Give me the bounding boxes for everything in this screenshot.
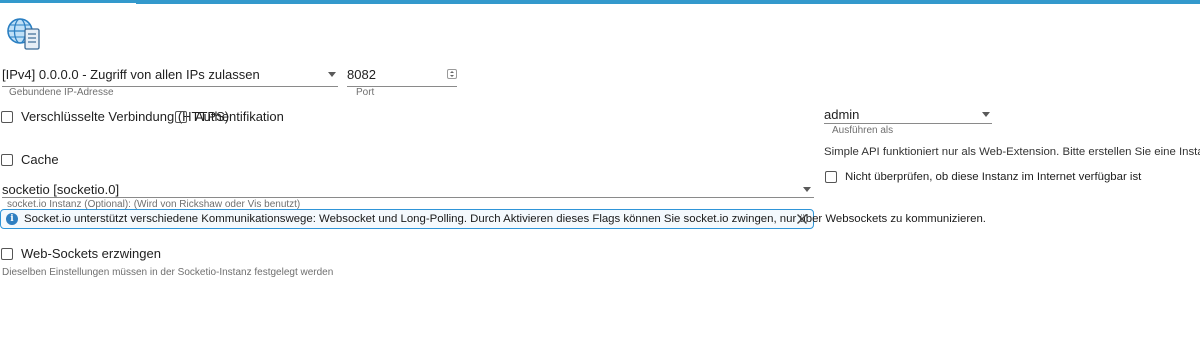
force-websockets-checkbox-box[interactable]: [1, 248, 13, 260]
bind-ip-select[interactable]: [IPv4] 0.0.0.0 - Zugriff von allen IPs z…: [2, 67, 338, 98]
top-accent-bar: [0, 0, 1200, 4]
socketio-settings-note: Dieselben Einstellungen müssen in der So…: [2, 267, 334, 278]
run-as-select[interactable]: admin Ausführen als: [824, 107, 992, 137]
chevron-down-icon[interactable]: [803, 187, 811, 192]
auth-checkbox[interactable]: Authentifikation: [175, 109, 284, 125]
chevron-down-icon[interactable]: [328, 72, 336, 77]
no-internet-check-checkbox-box[interactable]: [825, 171, 837, 183]
force-websockets-checkbox[interactable]: Web-Sockets erzwingen: [1, 246, 161, 262]
active-tab-indicator: [0, 3, 136, 5]
simple-api-warning: Simple API funktioniert nur als Web-Exte…: [824, 146, 1200, 158]
socketio-info-alert: i Socket.io unterstützt verschiedene Kom…: [0, 209, 986, 229]
port-input[interactable]: 8082 Port: [347, 67, 457, 98]
run-as-underline: [824, 123, 992, 124]
socketio-instance-value: socketio [socketio.0]: [2, 182, 120, 197]
adapter-logo-icon: [7, 18, 40, 50]
socketio-instance-select[interactable]: socketio [socketio.0] socket.io Instanz …: [2, 182, 814, 212]
cache-label: Cache: [21, 152, 59, 167]
info-alert-text: Socket.io unterstützt verschiedene Kommu…: [24, 213, 986, 225]
cache-checkbox[interactable]: Cache: [1, 152, 59, 168]
socketio-underline: [2, 197, 814, 198]
bind-ip-helper-label: Gebundene IP-Adresse: [9, 87, 114, 98]
no-internet-check-label: Nicht überprüfen, ob diese Instanz im In…: [845, 171, 1142, 183]
close-icon[interactable]: [796, 213, 808, 225]
force-websockets-label: Web-Sockets erzwingen: [21, 246, 161, 261]
https-checkbox-box[interactable]: [1, 111, 13, 123]
cache-checkbox-box[interactable]: [1, 154, 13, 166]
bind-ip-value: [IPv4] 0.0.0.0 - Zugriff von allen IPs z…: [2, 67, 260, 82]
port-value: 8082: [347, 67, 376, 82]
port-helper-label: Port: [356, 87, 375, 98]
run-as-value: admin: [824, 107, 860, 122]
no-internet-check-checkbox[interactable]: Nicht überprüfen, ob diese Instanz im In…: [825, 169, 1141, 185]
auth-checkbox-box[interactable]: [175, 111, 187, 123]
chevron-down-icon[interactable]: [982, 112, 990, 117]
auth-label: Authentifikation: [195, 109, 284, 124]
run-as-helper-label: Ausführen als: [832, 125, 894, 136]
stepper-arrows-icon[interactable]: [447, 69, 457, 79]
info-icon: i: [6, 213, 18, 225]
